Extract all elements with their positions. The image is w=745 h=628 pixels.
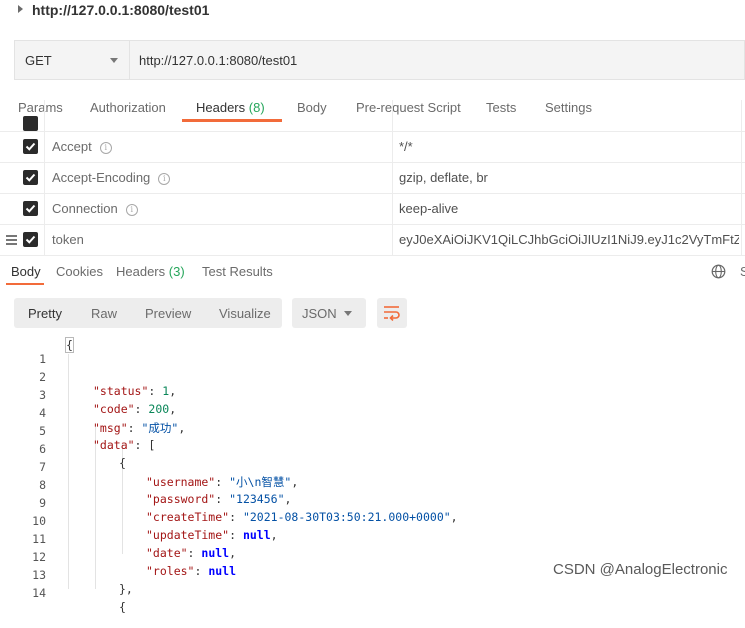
checkbox-checked-icon[interactable] bbox=[23, 170, 38, 185]
header-row: Connection i keep-alive bbox=[0, 193, 745, 225]
header-row: token eyJ0eXAiOiJKV1QiLCJhbGciOiJIUzI1Ni… bbox=[0, 224, 745, 256]
expand-caret-icon[interactable] bbox=[18, 5, 23, 13]
request-url-bar: GET http://127.0.0.1:8080/test01 bbox=[14, 40, 745, 80]
checkbox-checked-icon[interactable] bbox=[23, 201, 38, 216]
code-line: 2 "status": 1, bbox=[0, 356, 745, 398]
code-line: 8 "password": "123456", bbox=[0, 464, 745, 506]
method-select[interactable]: GET bbox=[15, 41, 130, 79]
tab-response-headers-count: (3) bbox=[168, 264, 185, 279]
response-tabs: Body Cookies Headers (3) Test Results bbox=[0, 258, 745, 288]
request-title: http://127.0.0.1:8080/test01 bbox=[32, 2, 210, 18]
drag-handle-icon[interactable] bbox=[6, 235, 17, 247]
code-line: 4 "msg": "成功", bbox=[0, 392, 745, 435]
code-line: 12 "roles": null bbox=[0, 536, 745, 578]
header-key-cell[interactable]: Accept-Encoding i bbox=[44, 162, 393, 193]
info-icon[interactable]: i bbox=[99, 142, 112, 154]
wrap-lines-icon bbox=[384, 306, 400, 321]
format-select[interactable]: JSON bbox=[292, 298, 366, 328]
header-row-partial bbox=[0, 100, 745, 132]
tab-response-cookies[interactable]: Cookies bbox=[56, 264, 103, 279]
tab-response-headers[interactable]: Headers (3) bbox=[116, 264, 185, 279]
header-value: */* bbox=[399, 139, 413, 154]
view-preview-button[interactable]: Preview bbox=[145, 306, 191, 321]
header-key-text: Connection bbox=[52, 201, 118, 216]
header-key: Connection i bbox=[52, 201, 138, 216]
code-line: 10 "updateTime": null, bbox=[0, 500, 745, 542]
info-icon[interactable]: i bbox=[125, 204, 138, 216]
code-line: 9 "createTime": "2021-08-30T03:50:21.000… bbox=[0, 482, 745, 524]
header-key-cell bbox=[44, 100, 393, 131]
code-token: { bbox=[119, 600, 126, 614]
checkbox-checked-icon[interactable] bbox=[23, 139, 38, 154]
header-value-cell bbox=[392, 100, 742, 131]
code-line: 5 "data": [ bbox=[0, 410, 745, 452]
checkbox-checked-icon[interactable] bbox=[23, 116, 38, 131]
request-title-row[interactable]: http://127.0.0.1:8080/test01 bbox=[0, 0, 745, 22]
code-line: 6 { bbox=[0, 428, 745, 470]
header-key-cell[interactable]: Connection i bbox=[44, 193, 393, 224]
wrap-lines-button[interactable] bbox=[377, 298, 407, 328]
code-token: { bbox=[65, 337, 74, 353]
header-value-cell[interactable]: keep-alive bbox=[392, 193, 742, 224]
header-key: token bbox=[52, 232, 84, 247]
header-key: Accept-Encoding i bbox=[52, 170, 171, 185]
tab-response-test-results[interactable]: Test Results bbox=[202, 264, 273, 279]
header-value-cell[interactable]: */* bbox=[392, 131, 742, 162]
code-line: 11 "date": null, bbox=[0, 518, 745, 560]
header-value-cell[interactable]: gzip, deflate, br bbox=[392, 162, 742, 193]
chevron-down-icon bbox=[110, 58, 118, 63]
tab-response-body[interactable]: Body bbox=[11, 264, 41, 279]
format-value: JSON bbox=[302, 306, 337, 321]
response-status-truncated: S bbox=[740, 264, 745, 279]
header-key-cell[interactable]: Accept i bbox=[44, 131, 393, 162]
view-pretty-button[interactable]: Pretty bbox=[28, 306, 62, 321]
header-row: Accept i */* bbox=[0, 131, 745, 163]
header-value: eyJ0eXAiOiJKV1QiLCJhbGciOiJIUzI1NiJ9.eyJ… bbox=[399, 232, 739, 247]
code-line: 3 "code": 200, bbox=[0, 374, 745, 416]
code-line: 7 "username": "小\n智慧", bbox=[0, 446, 745, 489]
header-value-cell[interactable]: eyJ0eXAiOiJKV1QiLCJhbGciOiJIUzI1NiJ9.eyJ… bbox=[392, 224, 742, 255]
checkbox-checked-icon[interactable] bbox=[23, 232, 38, 247]
header-key: Accept i bbox=[52, 139, 112, 154]
view-visualize-button[interactable]: Visualize bbox=[219, 306, 271, 321]
header-key-text: Accept bbox=[52, 139, 92, 154]
chevron-down-icon bbox=[344, 311, 352, 316]
tab-response-headers-label: Headers bbox=[116, 264, 166, 279]
view-raw-button[interactable]: Raw bbox=[91, 306, 117, 321]
header-row: Accept-Encoding i gzip, deflate, br bbox=[0, 162, 745, 194]
header-value: keep-alive bbox=[399, 201, 459, 216]
info-icon[interactable]: i bbox=[158, 173, 171, 185]
line-number: 14 bbox=[32, 586, 46, 600]
method-value: GET bbox=[25, 53, 52, 68]
code-line: 1 { bbox=[0, 337, 745, 366]
watermark: CSDN @AnalogElectronic bbox=[553, 561, 728, 578]
view-mode-group: Pretty Raw Preview Visualize bbox=[14, 298, 282, 328]
header-key-cell[interactable]: token bbox=[44, 224, 393, 255]
response-active-tab-indicator bbox=[6, 283, 44, 285]
response-body-code[interactable]: 1 { 2 "status": 1, 3 "code": 200, 4 "msg… bbox=[0, 337, 745, 614]
globe-icon[interactable] bbox=[711, 264, 726, 282]
header-value: gzip, deflate, br bbox=[399, 170, 488, 185]
header-key-text: Accept-Encoding bbox=[52, 170, 151, 185]
url-input[interactable]: http://127.0.0.1:8080/test01 bbox=[139, 53, 297, 68]
